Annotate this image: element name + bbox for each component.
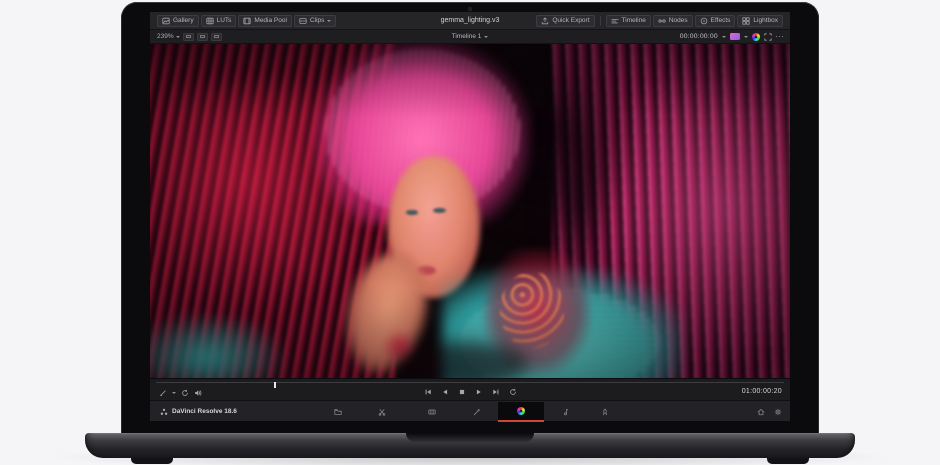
page-cut[interactable] [372,401,392,422]
media-pool-icon [243,17,251,25]
timeline-button[interactable]: Timeline [606,15,651,27]
page-edit[interactable] [422,401,442,422]
viewer-image [150,44,790,378]
webcam-icon [468,7,472,11]
toolbar-right-group: Quick Export Timeline Nodes Effects [536,15,783,27]
luts-label: LUTs [217,17,232,24]
clips-label: Clips [310,17,324,24]
effects-icon [700,17,708,25]
bypass-icon [214,35,219,38]
viewer-toolbar-right: 00:00:00:00 [680,33,783,41]
page-deliver[interactable] [595,401,615,422]
skip-back-button[interactable] [424,388,432,396]
clips-button[interactable]: Clips [294,15,336,27]
page-media[interactable] [328,401,348,422]
page-bar-right [757,401,782,422]
monitor-output-icon[interactable] [730,33,740,40]
chevron-down-icon [327,20,331,22]
skip-forward-button[interactable] [492,388,500,396]
viewer-toolbar: 239% Timeline 1 00:00:00:00 [150,30,790,44]
gallery-label: Gallery [173,17,194,24]
gallery-icon [162,17,170,25]
page-fairlight[interactable] [555,401,575,422]
timeline-icon [611,17,619,25]
cut-page-icon [378,408,386,416]
chevron-down-icon [722,36,726,38]
quick-export-label: Quick Export [552,17,589,24]
more-icon[interactable] [776,36,783,37]
media-pool-label: Media Pool [254,17,287,24]
toolbar-left-group: Gallery LUTs Media Pool Clips [157,15,336,27]
lightbox-button[interactable]: Lightbox [737,15,783,27]
laptop-base [85,433,855,458]
laptop-screen: Gallery LUTs Media Pool Clips gemma_ligh… [121,2,819,434]
media-pool-button[interactable]: Media Pool [238,15,292,27]
zoom-level: 239% [157,33,174,40]
quick-export-button[interactable]: Quick Export [536,15,594,27]
effects-button[interactable]: Effects [695,15,736,27]
timeline-scrubber[interactable] [156,382,784,383]
app-branding: DaVinci Resolve 18.6 [160,401,237,422]
nodes-label: Nodes [669,17,688,24]
fusion-page-icon [473,408,481,416]
clips-icon [299,17,307,25]
gallery-button[interactable]: Gallery [157,15,199,27]
viewer [150,44,790,378]
settings-icon[interactable] [774,408,782,416]
chevron-down-icon [484,36,488,38]
play-reverse-button[interactable] [441,388,449,396]
chevron-down-icon [176,36,180,38]
davinci-resolve-logo-icon [160,408,168,416]
page-fusion[interactable] [467,401,487,422]
lid-lift-notch [406,433,534,442]
timeline-label: Timeline [622,17,646,24]
stop-button[interactable] [458,388,466,396]
source-timecode[interactable]: 00:00:00:00 [680,33,718,40]
color-wheel-icon[interactable] [752,33,760,41]
transport-controls [150,388,790,396]
luts-icon [206,17,214,25]
record-timecode[interactable]: 01:00:00:20 [742,388,782,395]
media-page-icon [334,408,342,416]
timeline-selector-label: Timeline 1 [452,33,482,40]
top-toolbar: Gallery LUTs Media Pool Clips gemma_ligh… [150,12,790,30]
chevron-down-icon [744,36,748,38]
edit-page-icon [428,408,436,416]
app-version: DaVinci Resolve 18.6 [172,408,237,415]
wipe-mode-icon [186,35,191,38]
fairlight-page-icon [561,408,569,416]
deliver-page-icon [601,408,609,416]
nodes-icon [658,17,666,25]
lightbox-label: Lightbox [753,17,778,24]
viewer-option-button-2[interactable] [197,33,208,41]
home-icon[interactable] [757,408,765,416]
expand-icon[interactable] [764,33,772,41]
transport-bar: 01:00:00:20 [150,378,790,400]
play-button[interactable] [475,388,483,396]
toolbar-divider [600,16,601,26]
nodes-button[interactable]: Nodes [653,15,693,27]
loop-playback-button[interactable] [509,388,517,396]
page-bar: DaVinci Resolve 18.6 [150,400,790,421]
luts-button[interactable]: LUTs [201,15,237,27]
split-screen-icon [200,35,205,38]
zoom-select[interactable]: 239% [157,33,180,40]
lightbox-icon [742,17,750,25]
viewer-option-button-3[interactable] [211,33,222,41]
page-color-active[interactable] [498,402,544,422]
davinci-resolve-window: Gallery LUTs Media Pool Clips gemma_ligh… [150,12,790,421]
viewer-option-button-1[interactable] [183,33,194,41]
quick-export-icon [541,17,549,25]
effects-label: Effects [711,17,731,24]
color-page-icon [517,407,525,415]
